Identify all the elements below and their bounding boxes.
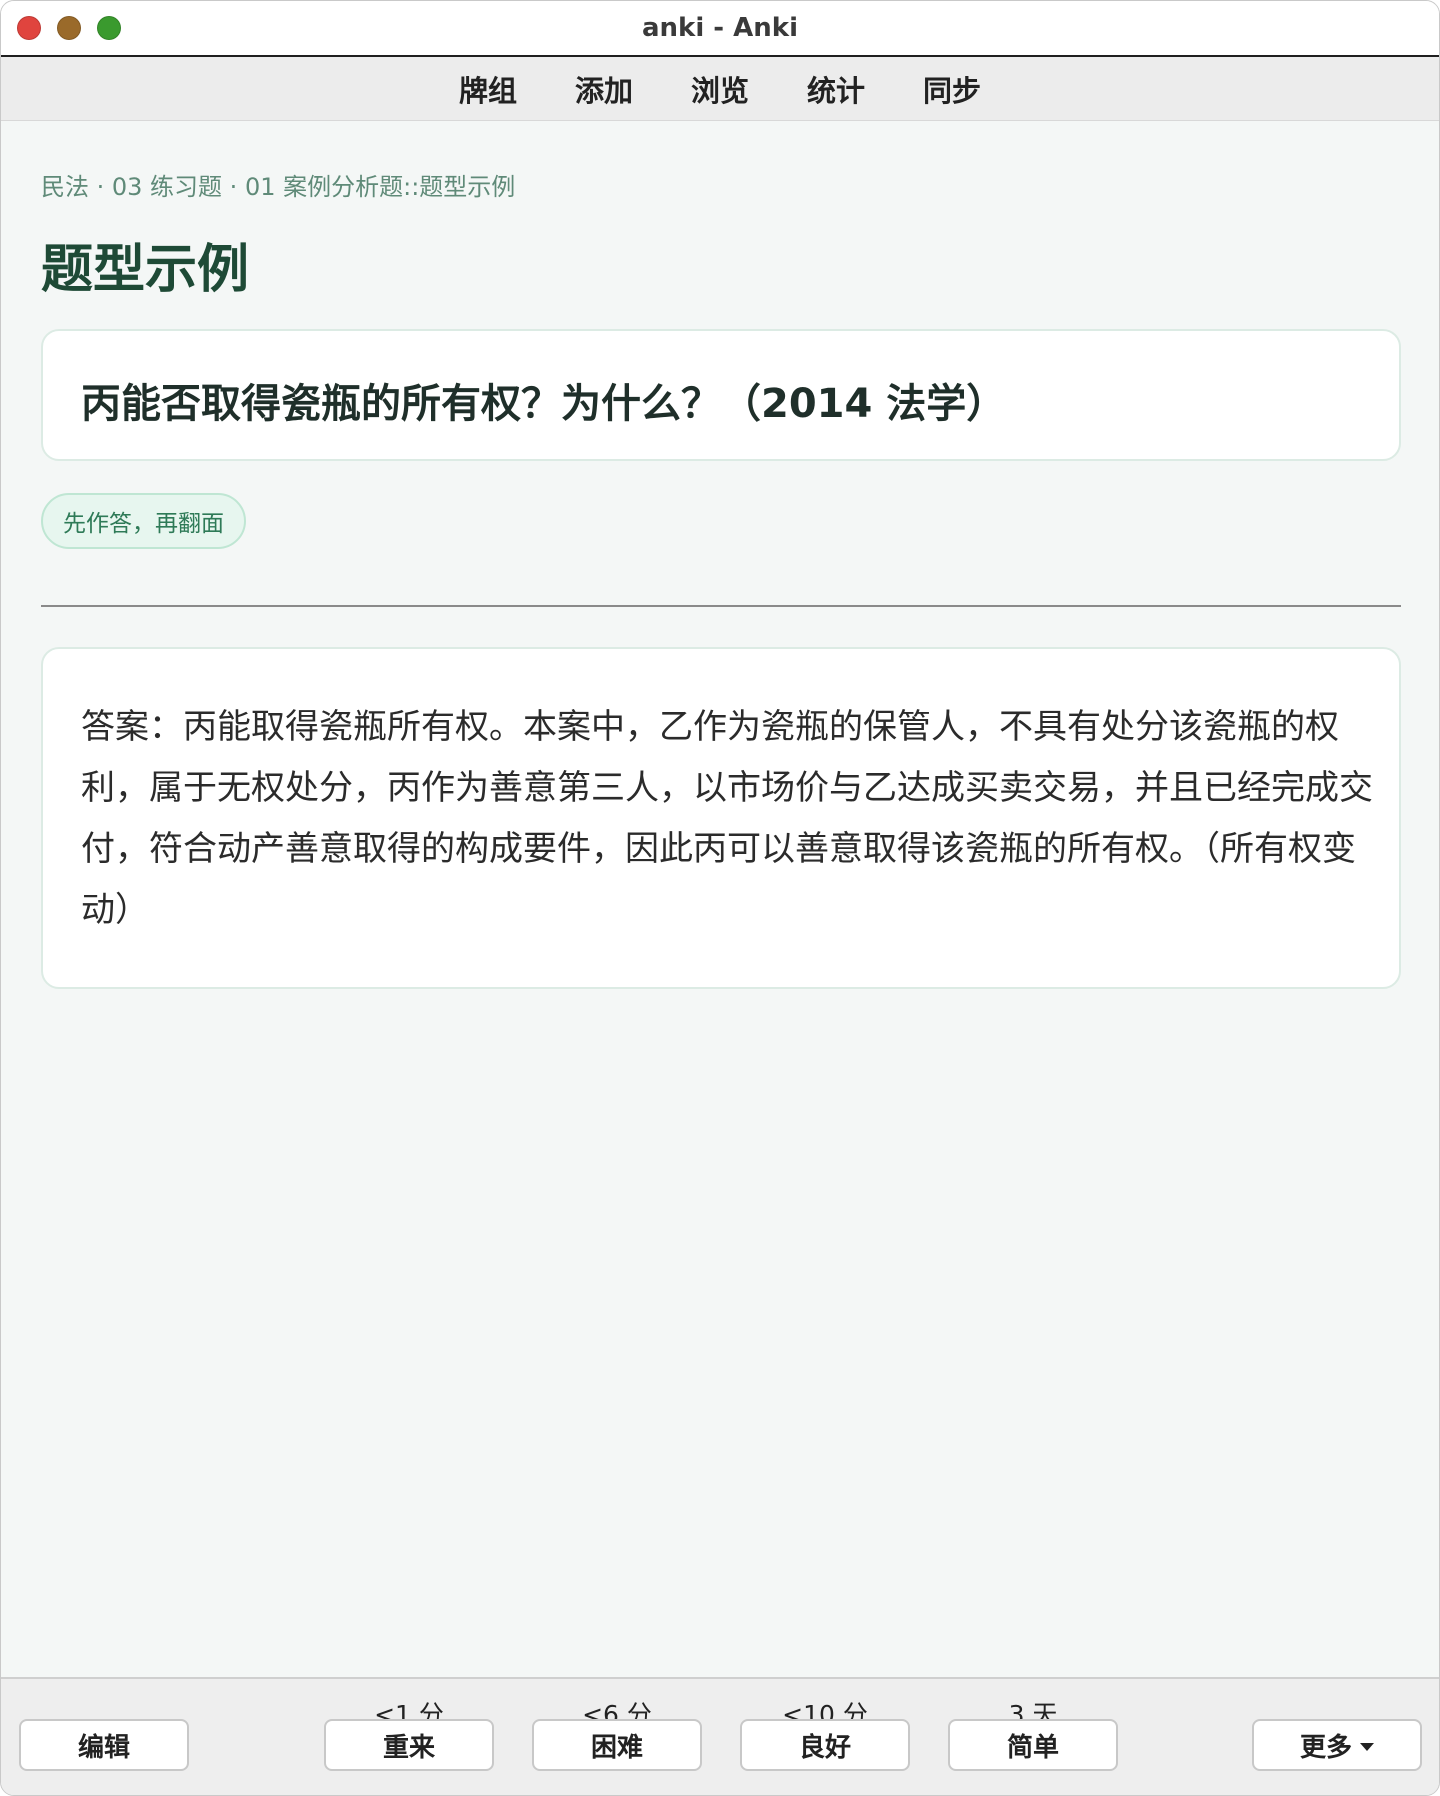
- edit-button[interactable]: 编辑: [19, 1719, 189, 1771]
- nav-add[interactable]: 添加: [575, 68, 633, 110]
- review-bottom-bar: 编辑 <1 分 重来 <6 分 困难 <10 分 良好 3 天 简单 更多: [1, 1677, 1439, 1795]
- edit-button-label: 编辑: [77, 1732, 130, 1763]
- again-button[interactable]: 重来: [324, 1719, 494, 1771]
- hard-button[interactable]: 困难: [532, 1719, 702, 1771]
- card-title: 题型示例: [41, 240, 250, 300]
- answer-text: 答案：丙能取得瓷瓶所有权。本案中，乙作为瓷瓶的保管人，不具有处分该瓷瓶的权利，属…: [81, 707, 1373, 930]
- easy-button[interactable]: 简单: [948, 1719, 1118, 1771]
- question-card: 丙能否取得瓷瓶的所有权？为什么？（2014 法学）: [41, 329, 1401, 461]
- easy-button-label: 简单: [1006, 1732, 1059, 1763]
- top-navigation: 牌组 添加 浏览 统计 同步: [1, 57, 1439, 121]
- chevron-down-icon: [1360, 1743, 1374, 1751]
- hint-badge: 先作答，再翻面: [41, 493, 246, 549]
- nav-stats[interactable]: 统计: [807, 68, 865, 110]
- answer-card: 答案：丙能取得瓷瓶所有权。本案中，乙作为瓷瓶的保管人，不具有处分该瓷瓶的权利，属…: [41, 647, 1401, 989]
- nav-decks[interactable]: 牌组: [459, 68, 517, 110]
- nav-browse[interactable]: 浏览: [691, 68, 749, 110]
- title-bar: anki - Anki: [1, 1, 1439, 57]
- hard-button-label: 困难: [590, 1732, 643, 1763]
- good-button-label: 良好: [798, 1732, 851, 1763]
- again-button-label: 重来: [382, 1732, 435, 1763]
- good-button[interactable]: 良好: [740, 1719, 910, 1771]
- answer-divider: [41, 605, 1401, 607]
- question-text: 丙能否取得瓷瓶的所有权？为什么？（2014 法学）: [81, 381, 1007, 427]
- more-button-label: 更多: [1299, 1732, 1352, 1763]
- deck-breadcrumb: 民法 · 03 练习题 · 01 案例分析题::题型示例: [41, 173, 516, 201]
- nav-sync[interactable]: 同步: [923, 68, 981, 110]
- window-title: anki - Anki: [642, 13, 798, 43]
- anki-window: anki - Anki 牌组 添加 浏览 统计 同步 民法 · 03 练习题 ·…: [0, 0, 1440, 1796]
- more-button[interactable]: 更多: [1252, 1719, 1422, 1771]
